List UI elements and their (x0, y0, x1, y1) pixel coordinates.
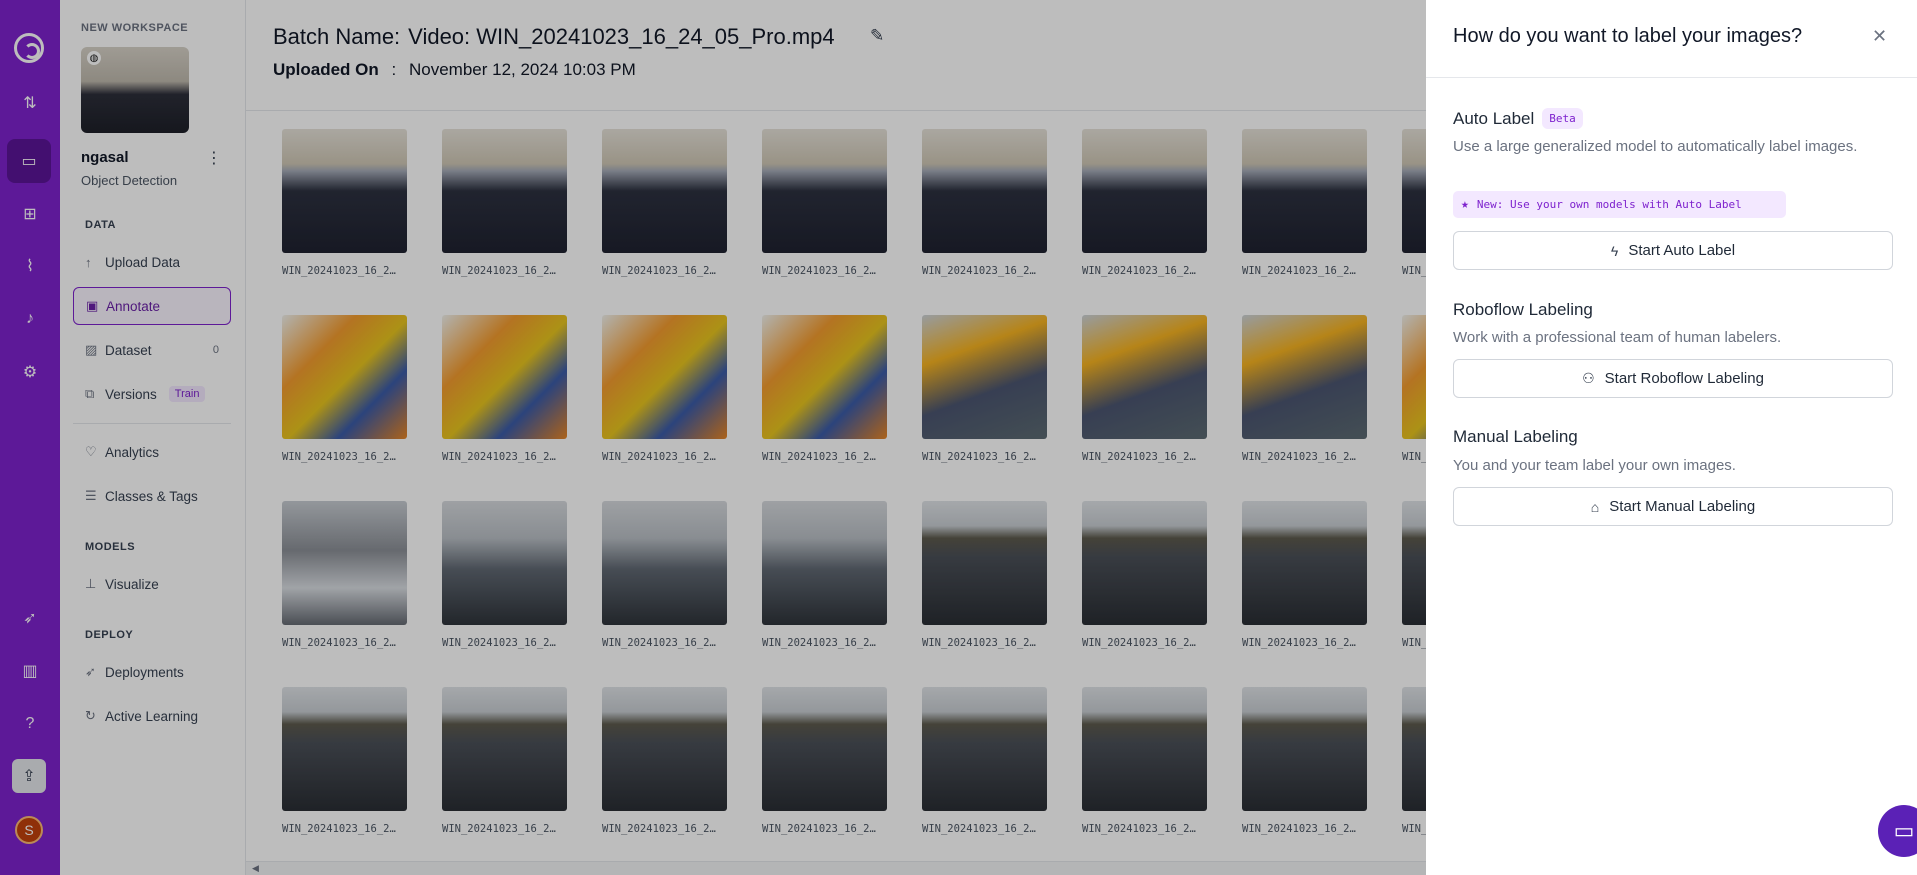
auto-label-heading: Auto Label Beta (1453, 108, 1583, 129)
button-label: Start Auto Label (1628, 242, 1736, 259)
button-label: Start Manual Labeling (1609, 498, 1756, 515)
panel-divider (1426, 77, 1917, 78)
start-roboflow-labeling-button[interactable]: ⚇ Start Roboflow Labeling (1453, 359, 1893, 398)
panel-title: How do you want to label your images? (1453, 25, 1803, 47)
team-icon: ⚇ (1582, 370, 1595, 386)
label-options-panel: How do you want to label your images? ✕ … (1426, 0, 1917, 875)
auto-label-description: Use a large generalized model to automat… (1453, 138, 1858, 155)
promo-text: New: Use your own models with Auto Label (1476, 198, 1742, 211)
modal-overlay[interactable] (0, 0, 1426, 875)
beta-badge: Beta (1542, 108, 1583, 129)
auto-label-promo[interactable]: ★ New: Use your own models with Auto Lab… (1453, 191, 1786, 218)
start-manual-labeling-button[interactable]: ⌂ Start Manual Labeling (1453, 487, 1893, 526)
roboflow-labeling-description: Work with a professional team of human l… (1453, 329, 1782, 346)
tag-icon: ⌂ (1590, 498, 1600, 515)
lightning-icon: ϟ (1610, 242, 1619, 259)
close-icon[interactable]: ✕ (1872, 26, 1887, 47)
star-icon: ★ (1461, 197, 1469, 212)
start-auto-label-button[interactable]: ϟ Start Auto Label (1453, 231, 1893, 270)
manual-labeling-heading: Manual Labeling (1453, 427, 1578, 446)
roboflow-labeling-heading: Roboflow Labeling (1453, 300, 1593, 319)
button-label: Start Roboflow Labeling (1604, 370, 1764, 387)
manual-labeling-description: You and your team label your own images. (1453, 457, 1736, 474)
auto-label-title: Auto Label (1453, 109, 1535, 128)
